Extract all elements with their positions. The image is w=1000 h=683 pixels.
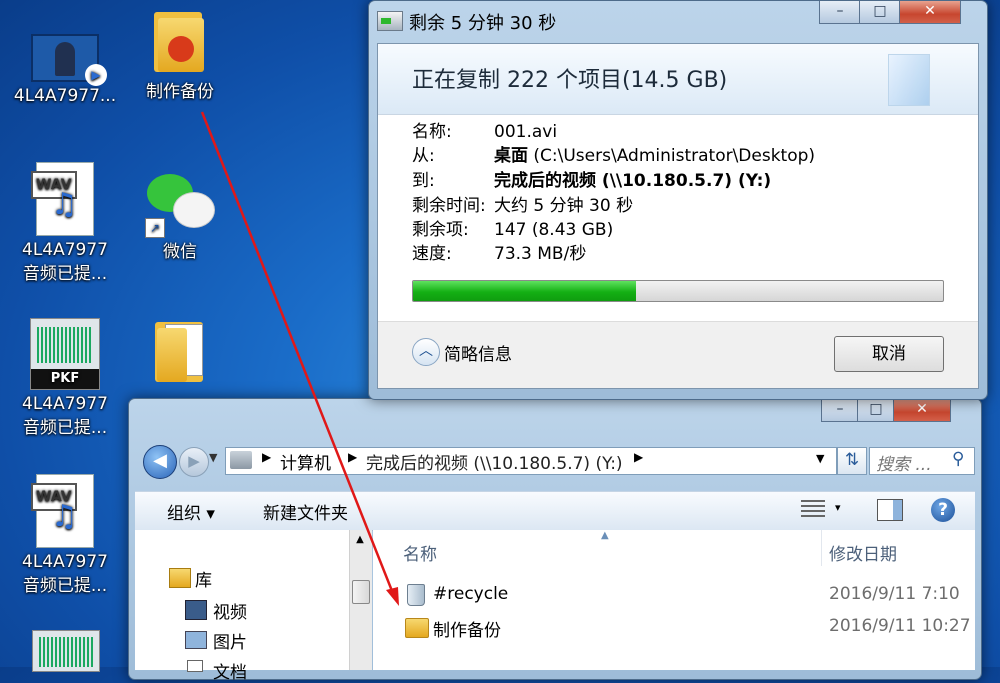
desktop: { "desktop": { "icons": [ {"name": "desk… [0, 0, 1000, 683]
annotation-arrow-head [386, 587, 399, 606]
annotation-arrow [200, 111, 399, 606]
annotation-arrow-line [200, 111, 396, 597]
